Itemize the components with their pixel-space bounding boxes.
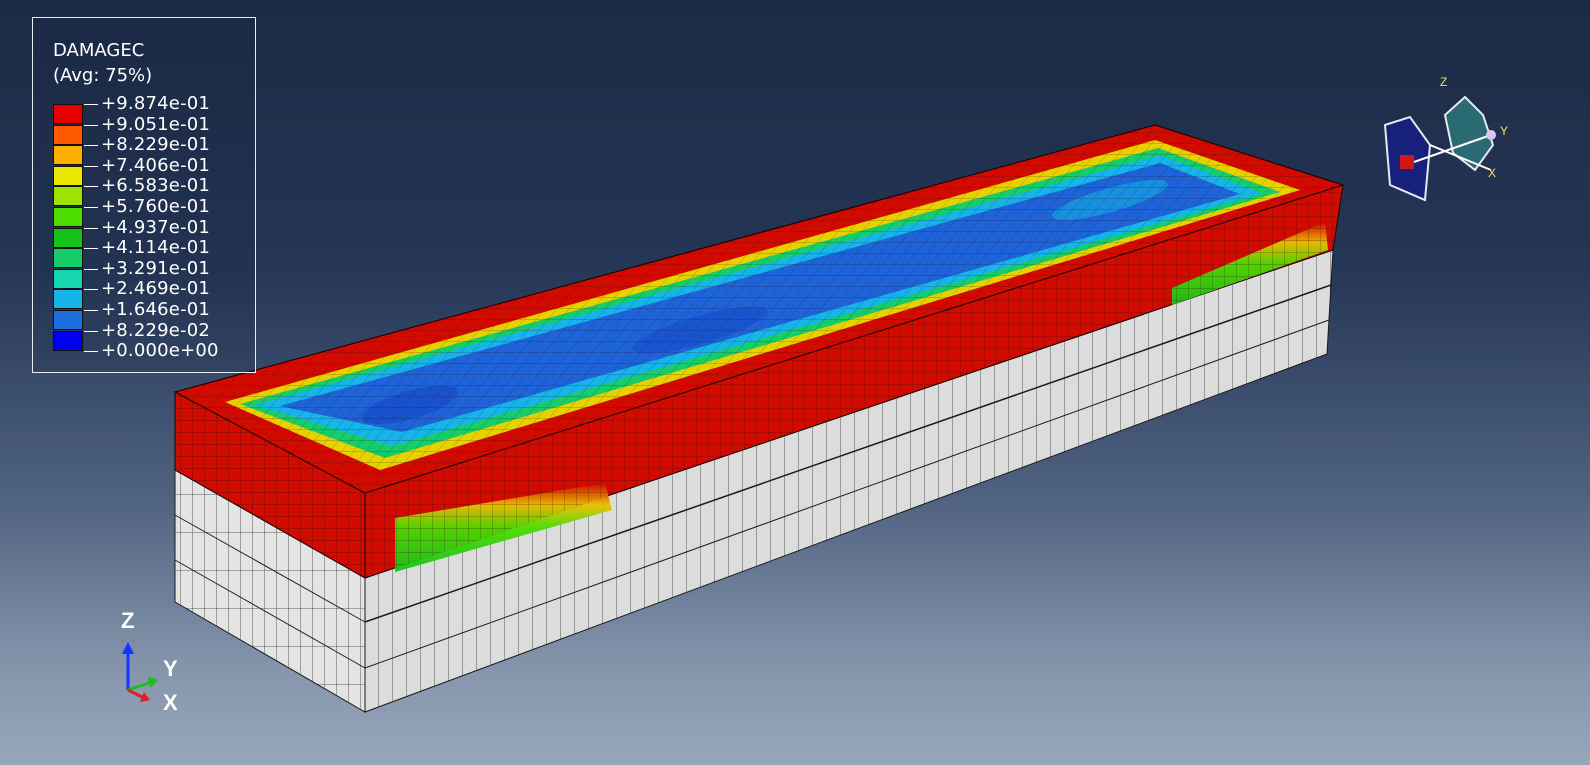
legend-value: +3.291e-01 [101,257,211,279]
legend-tick [84,330,98,332]
view-cube-x-label: X [1488,166,1497,180]
legend-value: +4.114e-01 [101,237,211,259]
legend-tick [84,310,98,311]
legend-tick [84,165,98,167]
legend-value: +8.229e-01 [101,134,211,156]
legend-swatch [53,104,83,124]
legend-value: +1.646e-01 [101,299,211,320]
axis-triad-icon [122,642,158,702]
legend-swatch [53,227,83,248]
triad-x-label: X [163,690,178,715]
model-viewport[interactable]: DAMAGEC (Avg: 75%) +9.874e-01 +9.051e-01 +… [0,0,1590,765]
legend-tick [84,104,98,105]
legend-swatch [53,165,83,186]
legend-swatch [53,289,83,310]
legend-tick [84,227,98,229]
view-orientation-icon[interactable] [1375,75,1515,205]
view-cube-y-label: Y [1500,124,1509,138]
legend-swatch [53,310,83,330]
legend-swatch [53,186,83,207]
legend-subtitle: (Avg: 75%) [53,65,153,86]
legend-tick [84,145,98,147]
legend-value: +9.874e-01 [101,93,211,114]
contour-legend: DAMAGEC (Avg: 75%) +9.874e-01 +9.051e-01 +… [32,17,256,373]
legend-tick [84,268,98,270]
legend-value: +8.229e-02 [101,319,211,341]
legend-value: +9.051e-01 [101,113,211,135]
legend-swatch [53,330,83,351]
legend-value: +4.937e-01 [101,216,211,238]
legend-value: +2.469e-01 [101,278,211,300]
triad-z-label: Z [121,608,135,633]
legend-swatch [53,145,83,166]
legend-value: +0.000e+00 [101,340,219,362]
view-cube-z-label: Z [1440,75,1448,89]
legend-value: +5.760e-01 [101,196,211,217]
legend-swatch [53,124,83,145]
legend-swatch [53,248,83,269]
legend-tick [84,289,98,291]
legend-value: +7.406e-01 [101,154,211,176]
legend-tick [84,248,98,250]
legend-tick [84,207,98,208]
legend-tick [84,351,98,353]
legend-value: +6.583e-01 [101,175,211,197]
legend-tick [84,186,98,188]
triad-y-label: Y [163,656,178,681]
legend-title: DAMAGEC [53,40,145,61]
legend-tick [84,124,98,126]
legend-swatch [53,268,83,289]
legend-swatch [53,207,83,227]
